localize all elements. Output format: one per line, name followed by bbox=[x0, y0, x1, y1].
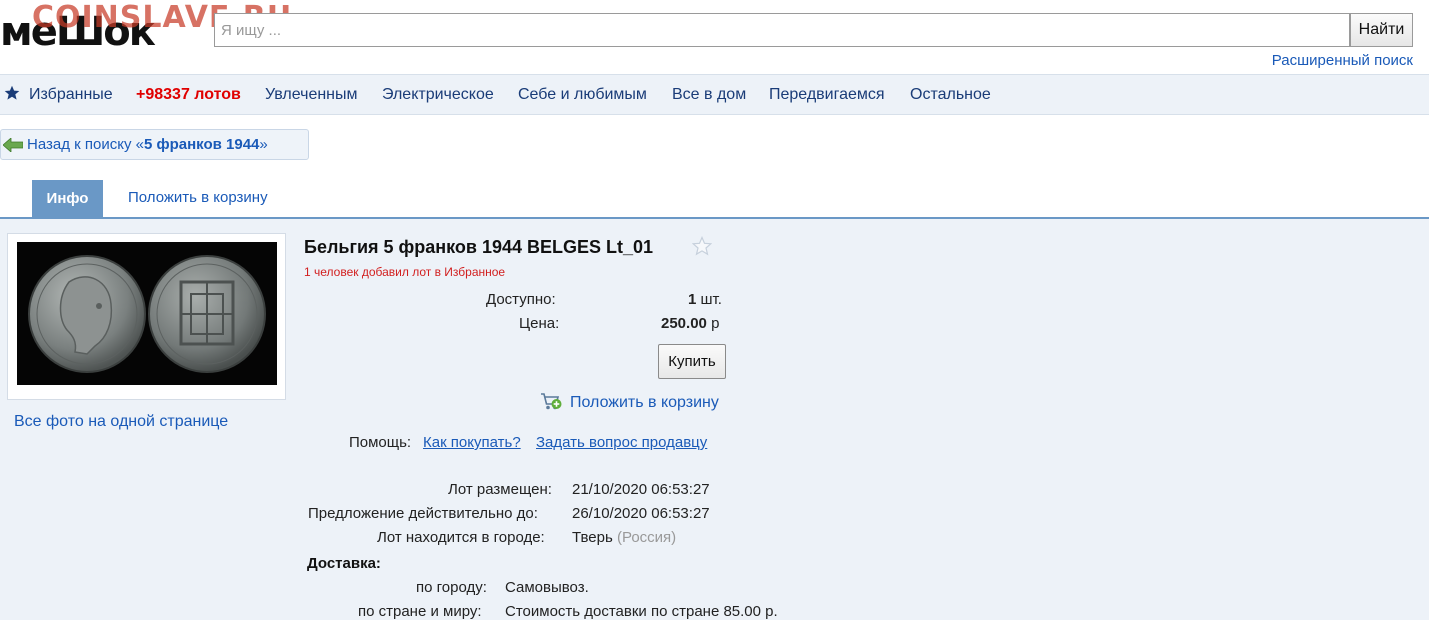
price-amount: 250.00 bbox=[661, 315, 707, 332]
delivery-city-label: по городу: bbox=[416, 579, 487, 596]
search-button[interactable]: Найти bbox=[1350, 13, 1413, 47]
help-label: Помощь: bbox=[349, 434, 412, 451]
nav-item-transport[interactable]: Передвигаемся bbox=[769, 86, 885, 104]
how-to-buy-link[interactable]: Как покупать? bbox=[423, 434, 521, 451]
coin-image bbox=[17, 242, 277, 385]
favorites-count-note: 1 человек добавил лот в Избранное bbox=[304, 265, 506, 279]
delivery-world-value: Стоимость доставки по стране 85.00 р. bbox=[505, 603, 778, 620]
add-to-cart-link[interactable]: Положить в корзину bbox=[570, 394, 719, 412]
back-to-search[interactable]: Назад к поиску «5 франков 1944» bbox=[0, 129, 309, 160]
nav-item-self-and-loved[interactable]: Себе и любимым bbox=[518, 86, 647, 104]
available-label: Доступно: bbox=[486, 291, 556, 308]
search-input[interactable] bbox=[214, 13, 1350, 47]
available-value: 1 шт. bbox=[688, 291, 722, 308]
price-label: Цена: bbox=[519, 315, 560, 332]
nav-item-enthusiasts[interactable]: Увлеченным bbox=[265, 86, 358, 104]
nav-favorites[interactable]: Избранные bbox=[29, 86, 113, 104]
delivery-title: Доставка: bbox=[307, 555, 381, 572]
back-suffix: » bbox=[259, 136, 268, 153]
price-currency: р bbox=[711, 315, 720, 332]
back-prefix: Назад к поиску « bbox=[27, 136, 144, 153]
lot-panel: Все фото на одной странице Бельгия 5 фра… bbox=[0, 219, 1429, 620]
valid-until-label: Предложение действительно до: bbox=[308, 505, 538, 522]
city-value: Тверь (Россия) bbox=[572, 529, 676, 546]
buy-button[interactable]: Купить bbox=[658, 344, 726, 379]
placed-label: Лот размещен: bbox=[448, 481, 552, 498]
available-unit: шт. bbox=[700, 291, 722, 308]
valid-until-value: 26/10/2020 06:53:27 bbox=[572, 505, 710, 522]
tab-info[interactable]: Инфо bbox=[32, 180, 103, 218]
cart-add-icon[interactable] bbox=[540, 391, 562, 411]
back-link-text[interactable]: Назад к поиску «5 франков 1944» bbox=[27, 136, 268, 153]
lot-photo[interactable] bbox=[17, 242, 277, 385]
nav-item-electrical[interactable]: Электрическое bbox=[382, 86, 494, 104]
delivery-world-label: по стране и миру: bbox=[358, 603, 482, 620]
city-name: Тверь bbox=[572, 529, 613, 546]
back-arrow-icon bbox=[3, 138, 23, 152]
price-value: 250.00 р bbox=[661, 315, 719, 332]
all-photos-link[interactable]: Все фото на одной странице bbox=[14, 413, 228, 431]
lot-title: Бельгия 5 франков 1944 BELGES Lt_01 bbox=[304, 237, 654, 257]
add-to-favorites-star-icon[interactable] bbox=[692, 236, 712, 256]
nav-lots-count[interactable]: +98337 лотов bbox=[136, 86, 241, 104]
available-quantity: 1 bbox=[688, 291, 697, 308]
advanced-search-link[interactable]: Расширенный поиск bbox=[1272, 52, 1413, 69]
nav-item-home[interactable]: Все в дом bbox=[672, 86, 746, 104]
nav-item-other[interactable]: Остальное bbox=[910, 86, 991, 104]
placed-value: 21/10/2020 06:53:27 bbox=[572, 481, 710, 498]
lot-photo-frame[interactable] bbox=[7, 233, 286, 400]
city-label: Лот находится в городе: bbox=[377, 529, 545, 546]
star-icon bbox=[4, 85, 20, 100]
country-name: (Россия) bbox=[616, 529, 677, 546]
ask-seller-link[interactable]: Задать вопрос продавцу bbox=[536, 434, 707, 451]
category-nav: Избранные +98337 лотов Увлеченным Электр… bbox=[0, 74, 1429, 115]
back-query: 5 франков 1944 bbox=[143, 136, 260, 153]
tab-add-to-cart[interactable]: Положить в корзину bbox=[128, 189, 268, 206]
delivery-city-value: Самовывоз. bbox=[505, 579, 589, 596]
header: меШок COINSLAVE.RU Найти Расширенный пои… bbox=[0, 0, 1429, 72]
